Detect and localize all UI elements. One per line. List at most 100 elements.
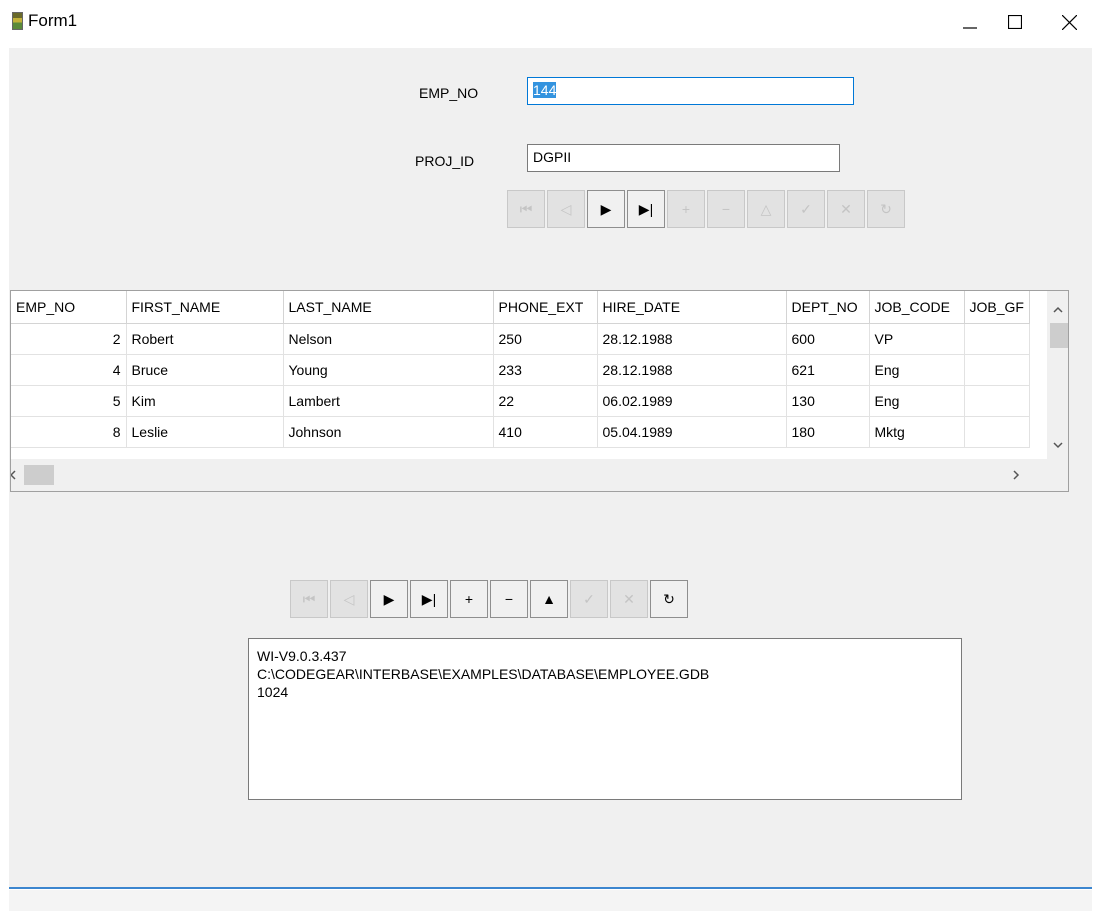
column-header-hire-date[interactable]: HIRE_DATE	[597, 291, 787, 324]
proj-id-label: PROJ_ID	[415, 153, 475, 169]
employee-grid[interactable]: EMP_NO FIRST_NAME LAST_NAME PHONE_EXT HIRE_D…	[10, 290, 1069, 492]
db-navigator-top: ⏮ ◁ ▶ ▶| + − △ ✓ ✕ ↻	[507, 190, 907, 228]
table-cell[interactable]: 4	[11, 354, 127, 386]
memo-line: C:\CODEGEAR\INTERBASE\EXAMPLES\DATABASE\…	[257, 666, 710, 682]
nav-top-refresh-button[interactable]: ↻	[867, 190, 905, 228]
table-cell[interactable]: Young	[283, 354, 494, 386]
nav-bottom-last-button[interactable]: ▶|	[410, 580, 448, 618]
table-cell[interactable]	[964, 354, 1030, 386]
info-memo[interactable]: WI-V9.0.3.437 C:\CODEGEAR\INTERBASE\EXAM…	[248, 638, 962, 800]
table-cell[interactable]: Eng	[869, 385, 965, 417]
nav-bottom-edit-button[interactable]: ▲	[530, 580, 568, 618]
nav-bottom-insert-button[interactable]: +	[450, 580, 488, 618]
table-cell[interactable]: Johnson	[283, 416, 494, 448]
app-icon	[12, 12, 23, 30]
nav-top-delete-button[interactable]: −	[707, 190, 745, 228]
table-row[interactable]: 5 Kim Lambert 22 06.02.1989 130 Eng	[11, 385, 1030, 417]
table-cell[interactable]: Bruce	[126, 354, 284, 386]
grid-table: EMP_NO FIRST_NAME LAST_NAME PHONE_EXT HIRE_D…	[11, 291, 1030, 448]
nav-bottom-refresh-button[interactable]: ↻	[650, 580, 688, 618]
table-cell[interactable]	[964, 385, 1030, 417]
nav-top-insert-button[interactable]: +	[667, 190, 705, 228]
close-icon	[1061, 14, 1077, 30]
table-cell[interactable]: Mktg	[869, 416, 965, 448]
column-header-first-name[interactable]: FIRST_NAME	[126, 291, 284, 324]
table-cell[interactable]: 2	[11, 323, 127, 355]
emp-no-field[interactable]: 144	[527, 77, 854, 105]
proj-id-field[interactable]: DGPII	[527, 144, 840, 172]
column-header-last-name[interactable]: LAST_NAME	[283, 291, 494, 324]
table-cell[interactable]: Robert	[126, 323, 284, 355]
nav-top-next-button[interactable]: ▶	[587, 190, 625, 228]
insert-icon: +	[464, 591, 474, 607]
column-header-emp-no[interactable]: EMP_NO	[11, 291, 127, 324]
nav-top-post-button[interactable]: ✓	[787, 190, 825, 228]
table-cell[interactable]: 8	[11, 416, 127, 448]
nav-bottom-cancel-button[interactable]: ✕	[610, 580, 648, 618]
table-cell[interactable]: Lambert	[283, 385, 494, 417]
proj-id-value: DGPII	[533, 149, 572, 165]
table-cell[interactable]: VP	[869, 323, 965, 355]
table-cell[interactable]: 05.04.1989	[597, 416, 787, 448]
table-cell[interactable]: 621	[786, 354, 870, 386]
table-cell[interactable]	[964, 323, 1030, 355]
memo-line: WI-V9.0.3.437	[257, 648, 347, 664]
table-cell[interactable]: Kim	[126, 385, 284, 417]
table-cell[interactable]: 233	[493, 354, 598, 386]
next-icon: ▶	[600, 200, 612, 217]
table-row[interactable]: 8 Leslie Johnson 410 05.04.1989 180 Mktg	[11, 416, 1030, 448]
nav-top-last-button[interactable]: ▶|	[627, 190, 665, 228]
prior-icon: ◁	[560, 200, 572, 217]
vertical-scrollbar-graphic	[1050, 306, 1068, 449]
grid-vertical-scrollbar[interactable]	[1047, 291, 1068, 459]
column-header-job-gf[interactable]: JOB_GF	[964, 291, 1030, 324]
table-cell[interactable]: 180	[786, 416, 870, 448]
edit-icon: △	[760, 200, 772, 217]
horizontal-scrollbar-graphic	[11, 465, 1020, 485]
window-bottom-strip	[9, 890, 1092, 911]
table-row[interactable]: 4 Bruce Young 233 28.12.1988 621 Eng	[11, 354, 1030, 386]
table-cell[interactable]: 22	[493, 385, 598, 417]
nav-top-first-button[interactable]: ⏮	[507, 190, 545, 228]
table-cell[interactable]: 28.12.1988	[597, 354, 787, 386]
column-header-job-code[interactable]: JOB_CODE	[869, 291, 965, 324]
prior-icon: ◁	[343, 590, 355, 607]
table-cell[interactable]: 250	[493, 323, 598, 355]
edit-icon: ▲	[542, 591, 556, 607]
minimize-button[interactable]	[947, 0, 993, 44]
table-cell[interactable]: Leslie	[126, 416, 284, 448]
nav-bottom-first-button[interactable]: ⏮	[290, 580, 328, 618]
last-icon: ▶|	[638, 200, 654, 217]
column-header-dept-no[interactable]: DEPT_NO	[786, 291, 870, 324]
table-cell[interactable]: 28.12.1988	[597, 323, 787, 355]
table-cell[interactable]: 410	[493, 416, 598, 448]
nav-bottom-post-button[interactable]: ✓	[570, 580, 608, 618]
last-icon: ▶|	[421, 590, 437, 607]
nav-top-edit-button[interactable]: △	[747, 190, 785, 228]
memo-line: 1024	[257, 684, 289, 700]
cancel-icon: ✕	[840, 200, 852, 217]
window-title: Form1	[28, 11, 78, 30]
close-button[interactable]	[1046, 0, 1092, 44]
nav-top-cancel-button[interactable]: ✕	[827, 190, 865, 228]
table-cell[interactable]: Nelson	[283, 323, 494, 355]
refresh-icon: ↻	[880, 200, 892, 217]
table-cell[interactable]: 06.02.1989	[597, 385, 787, 417]
db-navigator-bottom: ⏮ ◁ ▶ ▶| + − ▲ ✓ ✕ ↻	[290, 580, 690, 618]
nav-bottom-next-button[interactable]: ▶	[370, 580, 408, 618]
table-cell[interactable]: 5	[11, 385, 127, 417]
maximize-button[interactable]	[992, 0, 1038, 44]
grid-horizontal-scrollbar[interactable]	[11, 459, 1047, 491]
table-row[interactable]: 2 Robert Nelson 250 28.12.1988 600 VP	[11, 323, 1030, 355]
first-icon: ⏮	[302, 590, 316, 607]
column-header-phone-ext[interactable]: PHONE_EXT	[493, 291, 598, 324]
nav-top-prior-button[interactable]: ◁	[547, 190, 585, 228]
table-cell[interactable]: Eng	[869, 354, 965, 386]
nav-bottom-delete-button[interactable]: −	[490, 580, 528, 618]
table-cell[interactable]	[964, 416, 1030, 448]
delete-icon: −	[721, 201, 731, 217]
table-cell[interactable]: 130	[786, 385, 870, 417]
nav-bottom-prior-button[interactable]: ◁	[330, 580, 368, 618]
table-cell[interactable]: 600	[786, 323, 870, 355]
minimize-icon	[963, 27, 977, 29]
